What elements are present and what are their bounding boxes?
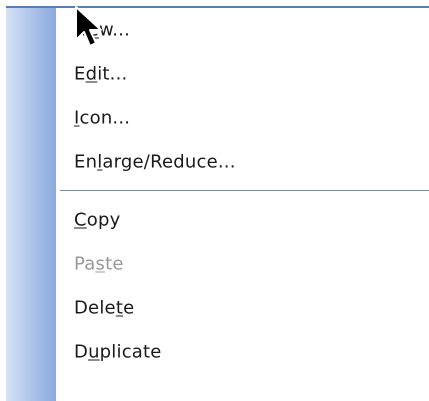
accelerator-key: C: [74, 209, 87, 231]
screen: New... Edit... Icon... Enlarge/Reduce...…: [0, 0, 429, 401]
menu-item-edit[interactable]: Edit...: [6, 52, 429, 96]
menu-item-edit-label: Edit...: [74, 63, 128, 85]
menu-item-duplicate-label: Duplicate: [74, 341, 162, 363]
menu-item-paste: Paste: [6, 242, 429, 286]
accelerator-key: d: [85, 63, 98, 85]
menu-item-enlarge-reduce-label: Enlarge/Reduce...: [74, 151, 236, 173]
menu-item-copy[interactable]: Copy: [6, 198, 429, 242]
menu-item-copy-label: Copy: [74, 209, 121, 231]
menu-separator: [6, 184, 429, 198]
menu-item-new-label: New...: [74, 19, 130, 41]
menu-separator-line: [60, 190, 429, 191]
menu-item-new[interactable]: New...: [6, 8, 429, 52]
menu-item-icon-label: Icon...: [74, 107, 131, 129]
menu-item-duplicate[interactable]: Duplicate: [6, 330, 429, 374]
menu-items: New... Edit... Icon... Enlarge/Reduce...…: [6, 8, 429, 374]
menu-item-paste-label: Paste: [74, 253, 124, 275]
menu-item-delete[interactable]: Delete: [6, 286, 429, 330]
accelerator-key: e: [87, 19, 99, 41]
menu-item-enlarge-reduce[interactable]: Enlarge/Reduce...: [6, 140, 429, 184]
accelerator-key: t: [115, 297, 124, 319]
menu-item-icon[interactable]: Icon...: [6, 96, 429, 140]
menu-item-delete-label: Delete: [74, 297, 135, 319]
context-menu: New... Edit... Icon... Enlarge/Reduce...…: [6, 6, 429, 401]
accelerator-key: s: [95, 253, 106, 275]
accelerator-key: u: [88, 341, 100, 363]
